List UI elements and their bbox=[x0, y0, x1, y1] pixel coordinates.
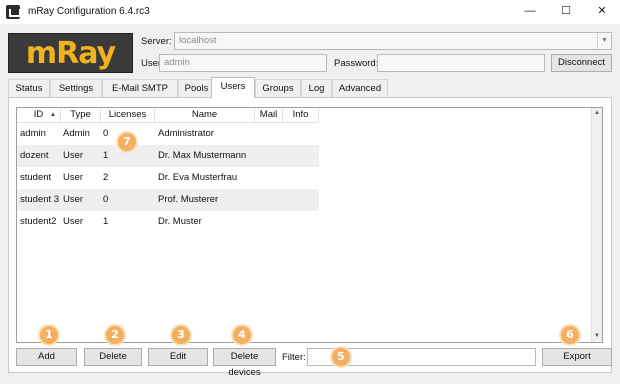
cell-id: student 3 bbox=[20, 194, 60, 205]
column-header-name[interactable]: Name bbox=[155, 108, 255, 123]
cell-id: dozent bbox=[20, 150, 49, 161]
scroll-up-icon[interactable]: ▲ bbox=[592, 108, 602, 119]
tab-log[interactable]: Log bbox=[301, 79, 332, 97]
close-icon[interactable]: ✕ bbox=[584, 0, 620, 24]
cell-type: User bbox=[63, 216, 84, 227]
tab-users[interactable]: Users bbox=[211, 77, 255, 98]
callout-marker: 1 bbox=[38, 324, 60, 346]
table-row[interactable]: student User 2 Dr. Eva Musterfrau bbox=[17, 167, 319, 189]
column-header-mail[interactable]: Mail bbox=[255, 108, 283, 123]
add-button[interactable]: Add bbox=[16, 348, 77, 366]
cell-type: User bbox=[63, 150, 84, 161]
callout-marker: 2 bbox=[104, 324, 126, 346]
cell-licenses: 1 bbox=[103, 216, 109, 227]
cell-name: Dr. Max Mustermann bbox=[158, 150, 247, 161]
column-header-licenses[interactable]: Licenses bbox=[101, 108, 155, 123]
title-bar: mRay Configuration 6.4.rc3 — ☐ ✕ bbox=[0, 0, 620, 24]
app-icon bbox=[6, 5, 21, 19]
cell-licenses: 1 bbox=[103, 150, 109, 161]
cell-name: Prof. Musterer bbox=[158, 194, 219, 205]
cell-name: Administrator bbox=[158, 128, 214, 139]
scroll-down-icon[interactable]: ▼ bbox=[592, 331, 602, 342]
filter-label: Filter: bbox=[282, 352, 306, 363]
delete-devices-button[interactable]: Delete devices bbox=[213, 348, 276, 378]
server-value: localhost bbox=[179, 35, 217, 46]
callout-marker: 4 bbox=[231, 324, 253, 346]
callout-marker: 6 bbox=[559, 324, 581, 346]
cell-type: User bbox=[63, 172, 84, 183]
cell-type: Admin bbox=[63, 128, 90, 139]
password-field[interactable] bbox=[377, 54, 545, 72]
cell-licenses: 2 bbox=[103, 172, 109, 183]
tab-status[interactable]: Status bbox=[8, 79, 50, 97]
tab-groups[interactable]: Groups bbox=[255, 79, 301, 97]
cell-name: Dr. Eva Musterfrau bbox=[158, 172, 238, 183]
chevron-down-icon[interactable]: ▼ bbox=[597, 33, 611, 49]
tab-settings[interactable]: Settings bbox=[50, 79, 102, 97]
column-header-info[interactable]: Info bbox=[283, 108, 319, 123]
table-row[interactable]: student 3 User 0 Prof. Musterer bbox=[17, 189, 319, 211]
cell-id: admin bbox=[20, 128, 46, 139]
table-row[interactable]: dozent User 1 Dr. Max Mustermann bbox=[17, 145, 319, 167]
minimize-icon[interactable]: — bbox=[512, 0, 548, 24]
table-row[interactable]: admin Admin 0 Administrator bbox=[17, 123, 319, 145]
server-label: Server: bbox=[141, 36, 172, 47]
mray-logo: mRay bbox=[8, 33, 133, 73]
password-label: Password: bbox=[334, 58, 379, 69]
cell-id: student bbox=[20, 172, 52, 183]
tab-advanced[interactable]: Advanced bbox=[332, 79, 388, 97]
column-header-id[interactable]: ID ▲ bbox=[17, 108, 61, 123]
username-field[interactable]: admin bbox=[159, 54, 327, 72]
callout-marker: 3 bbox=[170, 324, 192, 346]
cell-licenses: 0 bbox=[103, 128, 109, 139]
table-row[interactable]: student2 User 1 Dr. Muster bbox=[17, 211, 319, 233]
vertical-scrollbar[interactable]: ▲ ▼ bbox=[591, 108, 602, 342]
server-select[interactable]: localhost ▼ bbox=[174, 32, 612, 50]
delete-button[interactable]: Delete bbox=[84, 348, 142, 366]
cell-name: Dr. Muster bbox=[158, 216, 202, 227]
window-title: mRay Configuration 6.4.rc3 bbox=[28, 6, 150, 17]
tab-email-smtp[interactable]: E-Mail SMTP bbox=[102, 79, 178, 97]
callout-marker: 5 bbox=[330, 346, 352, 368]
sort-ascending-icon: ▲ bbox=[50, 112, 56, 118]
table-header: ID ▲ Type Licenses Name Mail Info bbox=[17, 108, 602, 123]
export-button[interactable]: Export bbox=[542, 348, 612, 366]
tab-pools[interactable]: Pools bbox=[178, 79, 215, 97]
cell-id: student2 bbox=[20, 216, 57, 227]
column-header-type[interactable]: Type bbox=[61, 108, 101, 123]
cell-licenses: 0 bbox=[103, 194, 109, 205]
edit-button[interactable]: Edit bbox=[148, 348, 208, 366]
users-table[interactable]: ID ▲ Type Licenses Name Mail Info admin … bbox=[16, 107, 603, 343]
callout-marker: 7 bbox=[116, 131, 138, 153]
disconnect-button[interactable]: Disconnect bbox=[551, 54, 612, 72]
cell-type: User bbox=[63, 194, 84, 205]
maximize-icon[interactable]: ☐ bbox=[548, 0, 584, 24]
